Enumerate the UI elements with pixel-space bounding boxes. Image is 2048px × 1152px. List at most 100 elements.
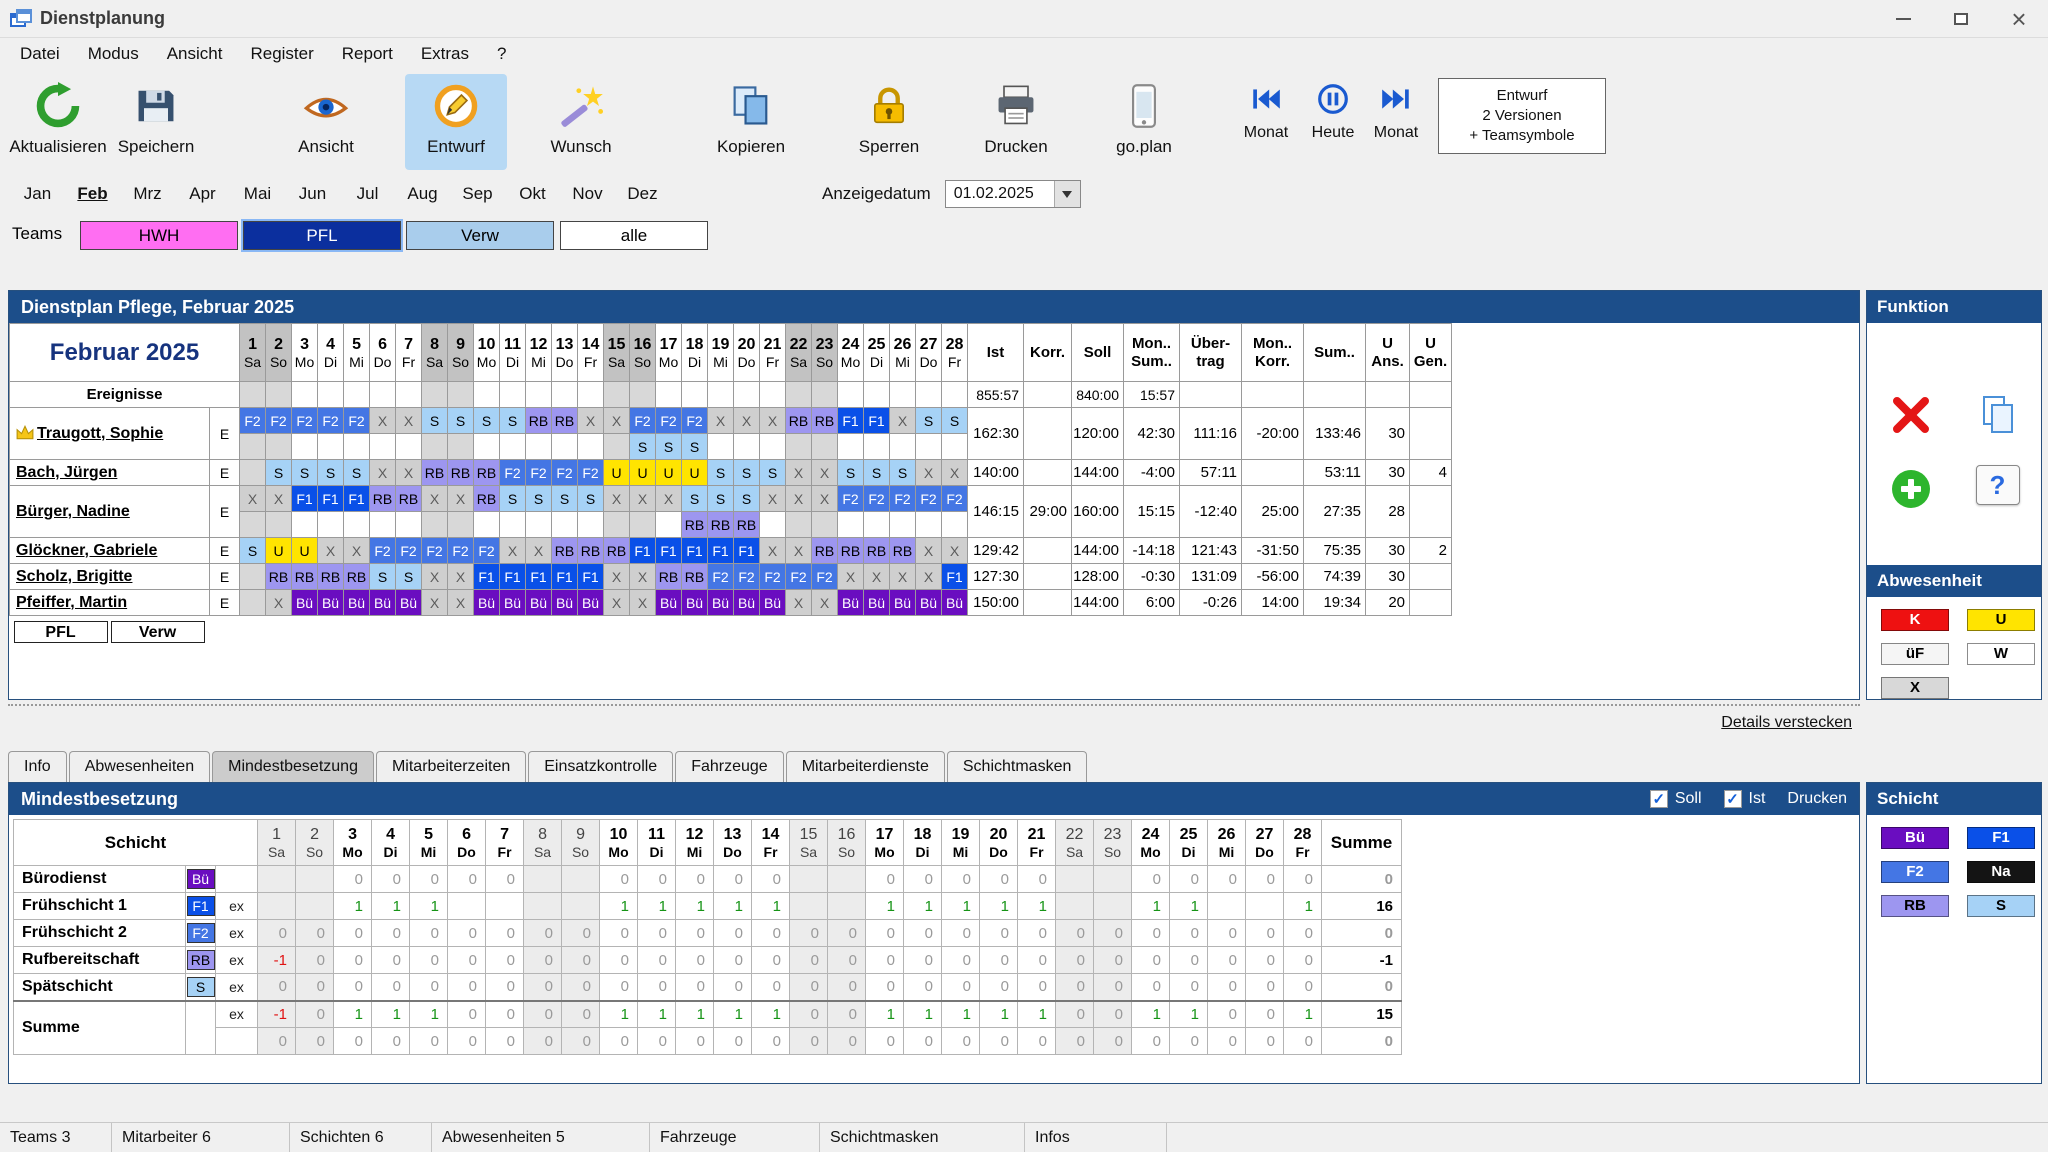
shift-cell[interactable]: RB (733, 511, 761, 538)
shift-cell[interactable]: S (915, 407, 943, 434)
shift-cell[interactable]: RB (811, 407, 839, 434)
shift-cell[interactable] (473, 511, 501, 538)
shift-cell[interactable] (499, 433, 527, 460)
shift-cell[interactable]: S (525, 485, 553, 512)
schicht-chip-0[interactable]: Bü (1881, 827, 1949, 849)
shift-cell[interactable]: Bü (837, 589, 865, 616)
shift-cell[interactable]: F1 (941, 563, 969, 590)
shift-cell[interactable]: X (265, 485, 293, 512)
shift-cell[interactable]: X (603, 485, 631, 512)
tab-einsatzkontrolle[interactable]: Einsatzkontrolle (528, 751, 674, 782)
shift-cell[interactable]: X (915, 459, 943, 486)
absence-chip-1[interactable]: U (1967, 609, 2035, 631)
shift-cell[interactable]: X (863, 563, 891, 590)
shift-cell[interactable]: S (759, 459, 787, 486)
shift-cell[interactable] (239, 433, 267, 460)
shift-cell[interactable] (395, 433, 423, 460)
shift-cell[interactable]: F2 (707, 563, 735, 590)
shift-cell[interactable]: X (395, 459, 423, 486)
shift-cell[interactable] (291, 433, 319, 460)
shift-cell[interactable]: S (265, 459, 293, 486)
next-month-button[interactable]: Monat (1364, 82, 1428, 142)
shift-cell[interactable]: X (759, 537, 787, 564)
shift-cell[interactable]: Bü (551, 589, 579, 616)
shift-cell[interactable]: S (499, 485, 527, 512)
shift-cell[interactable]: Bü (915, 589, 943, 616)
shift-cell[interactable]: RB (655, 563, 683, 590)
shift-cell[interactable]: S (681, 433, 709, 460)
shift-cell[interactable] (499, 511, 527, 538)
shift-cell[interactable]: F2 (473, 537, 501, 564)
shift-cell[interactable]: RB (473, 459, 501, 486)
shift-cell[interactable]: S (707, 459, 735, 486)
shift-cell[interactable]: F2 (811, 563, 839, 590)
shift-cell[interactable]: RB (863, 537, 891, 564)
shift-cell[interactable]: X (889, 563, 917, 590)
team-button-0[interactable]: HWH (80, 221, 238, 250)
shift-cell[interactable] (239, 459, 267, 486)
entwurf-button[interactable]: Entwurf (405, 74, 507, 170)
shift-cell[interactable]: X (915, 537, 943, 564)
shift-cell[interactable]: S (499, 407, 527, 434)
shift-cell[interactable]: X (629, 589, 657, 616)
shift-cell[interactable]: X (915, 563, 943, 590)
soll-checkbox[interactable]: ✓ Soll (1649, 790, 1702, 808)
shift-cell[interactable]: RB (317, 563, 345, 590)
shift-cell[interactable]: U (655, 459, 683, 486)
version-info-box[interactable]: Entwurf 2 Versionen + Teamsymbole (1438, 78, 1606, 154)
shift-cell[interactable]: Bü (863, 589, 891, 616)
shift-cell[interactable]: S (239, 537, 267, 564)
month-tab-jan[interactable]: Jan (10, 184, 65, 204)
menu-item-5[interactable]: Extras (407, 38, 483, 70)
shift-cell[interactable] (525, 433, 553, 460)
shift-cell[interactable]: Bü (655, 589, 683, 616)
shift-cell[interactable]: Bü (499, 589, 527, 616)
shift-cell[interactable] (889, 511, 917, 538)
shift-cell[interactable]: RB (395, 485, 423, 512)
menu-item-2[interactable]: Ansicht (153, 38, 237, 70)
shift-cell[interactable]: X (603, 589, 631, 616)
shift-cell[interactable]: X (941, 459, 969, 486)
shift-cell[interactable]: X (759, 485, 787, 512)
menu-item-4[interactable]: Report (328, 38, 407, 70)
shift-cell[interactable]: RB (603, 537, 631, 564)
goplan-button[interactable]: go.plan (1093, 74, 1195, 170)
shift-cell[interactable]: S (863, 459, 891, 486)
shift-cell[interactable]: X (395, 407, 423, 434)
shift-cell[interactable] (239, 589, 267, 616)
shift-cell[interactable]: X (369, 407, 397, 434)
shift-cell[interactable]: X (265, 589, 293, 616)
shift-cell[interactable] (343, 433, 371, 460)
shift-cell[interactable]: S (733, 459, 761, 486)
shift-cell[interactable] (447, 511, 475, 538)
month-tab-aug[interactable]: Aug (395, 184, 450, 204)
month-tab-mai[interactable]: Mai (230, 184, 285, 204)
shift-cell[interactable]: F2 (655, 407, 683, 434)
shift-cell[interactable] (317, 511, 345, 538)
shift-cell[interactable]: X (603, 407, 631, 434)
shift-cell[interactable]: RB (681, 511, 709, 538)
shift-cell[interactable]: F2 (291, 407, 319, 434)
month-tab-feb[interactable]: Feb (65, 184, 120, 204)
shift-cell[interactable] (941, 511, 969, 538)
shift-cell[interactable] (785, 433, 813, 460)
shift-cell[interactable]: S (395, 563, 423, 590)
shift-cell[interactable]: F1 (317, 485, 345, 512)
heute-button[interactable]: Heute (1301, 82, 1365, 142)
shift-cell[interactable]: S (577, 485, 605, 512)
shift-cell[interactable]: X (785, 537, 813, 564)
absence-chip-0[interactable]: K (1881, 609, 1949, 631)
shift-cell[interactable]: F2 (733, 563, 761, 590)
shift-cell[interactable]: X (733, 407, 761, 434)
shift-cell[interactable]: S (343, 459, 371, 486)
shift-cell[interactable]: F2 (317, 407, 345, 434)
shift-cell[interactable]: S (889, 459, 917, 486)
menu-item-0[interactable]: Datei (6, 38, 74, 70)
shift-cell[interactable]: X (707, 407, 735, 434)
employee-name[interactable]: Traugott, Sophie (9, 407, 210, 460)
shift-cell[interactable]: F1 (499, 563, 527, 590)
shift-cell[interactable]: S (421, 407, 449, 434)
absence-chip-3[interactable]: W (1967, 643, 2035, 665)
month-tab-dez[interactable]: Dez (615, 184, 670, 204)
shift-cell[interactable]: F1 (473, 563, 501, 590)
